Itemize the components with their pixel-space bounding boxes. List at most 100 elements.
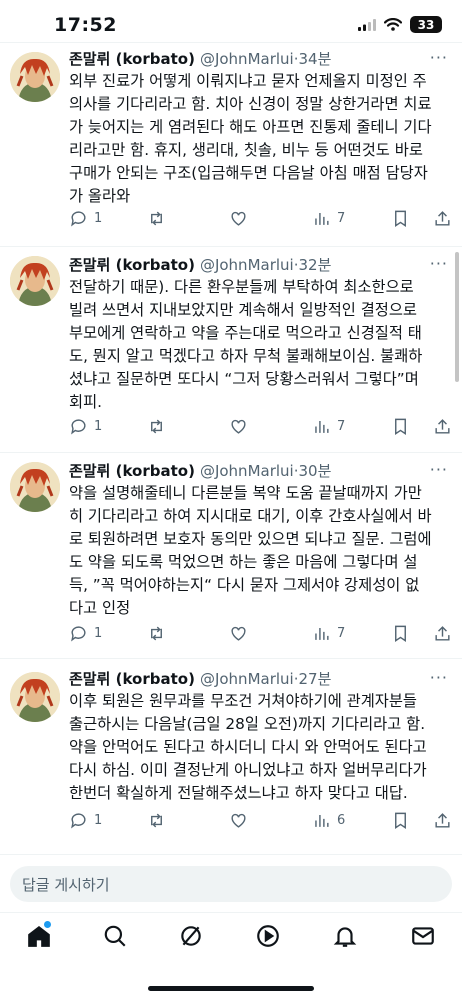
- tweet-time[interactable]: 34분: [299, 48, 332, 69]
- like-button[interactable]: [229, 624, 248, 643]
- reply-icon: [71, 813, 86, 829]
- reply-count: 1: [94, 419, 103, 434]
- share-button[interactable]: [433, 811, 452, 830]
- bookmark-icon: [395, 418, 406, 435]
- author-handle[interactable]: @JohnMarlui: [200, 462, 294, 480]
- tweet-line: 히 기다리라고 하여 지시대로 대기, 이후 간호사실에서 바: [69, 507, 432, 525]
- tweet-line: 로 퇴원하려면 보호자 동의만 있으면 되냐고 질문. 그럼에: [69, 530, 432, 548]
- share-button[interactable]: [433, 417, 452, 436]
- tweet-line: 회피.: [69, 393, 103, 411]
- reply-placeholder: 답글 게시하기: [22, 876, 110, 894]
- views-button[interactable]: 6: [312, 811, 345, 830]
- nav-messages[interactable]: [410, 923, 438, 951]
- wifi-icon: [384, 18, 402, 31]
- like-button[interactable]: [229, 417, 248, 436]
- avatar[interactable]: [10, 462, 60, 512]
- more-icon[interactable]: ···: [430, 668, 448, 687]
- reply-input[interactable]: 답글 게시하기: [10, 866, 452, 902]
- tweet-time[interactable]: 27분: [299, 668, 332, 689]
- reply-button[interactable]: 1: [69, 417, 102, 436]
- search-icon: [104, 925, 126, 947]
- tweet-line: 구매가 안되는 구조(입금해두면 다음날 아침 매점 담당자: [69, 164, 428, 182]
- tweet-line: 전달하기 때문). 다른 환우분들께 부탁하여 최소한으로: [69, 278, 414, 296]
- messages-icon: [412, 927, 434, 945]
- reply-button[interactable]: 1: [69, 811, 102, 830]
- reply-icon: [71, 626, 86, 642]
- more-icon[interactable]: ···: [430, 254, 448, 273]
- views-count: 6: [337, 813, 346, 828]
- views-button[interactable]: 7: [312, 209, 345, 228]
- author-handle[interactable]: @JohnMarlui: [200, 670, 294, 688]
- views-button[interactable]: 7: [312, 417, 345, 436]
- like-icon: [231, 626, 246, 641]
- share-button[interactable]: [433, 209, 452, 228]
- retweet-icon: [151, 211, 162, 226]
- tweet-time[interactable]: 30분: [299, 460, 332, 481]
- views-icon: [315, 814, 329, 827]
- tweet[interactable]: 존말뤼 (korbato) @JohnMarlui · 34분 ··· 외부 진…: [0, 42, 462, 246]
- tweet-line: 출근하시는 다음날(금일 28일 오전)까지 기다리라고 함.: [69, 715, 426, 733]
- bottom-nav: [0, 912, 462, 962]
- tweet-line: 의사를 기다리라고 함. 치아 신경이 정말 상한거라면 치료: [69, 95, 432, 113]
- bookmark-button[interactable]: [391, 811, 410, 830]
- reply-icon: [71, 211, 86, 227]
- like-button[interactable]: [229, 209, 248, 228]
- like-icon: [231, 813, 246, 828]
- tweet[interactable]: 존말뤼 (korbato) @JohnMarlui · 32분 ··· 전달하기…: [0, 246, 462, 452]
- tweet-line: 다시 하심. 이미 결정난게 아니었냐고 하자 얼버무리다가: [69, 761, 427, 779]
- reply-icon: [71, 419, 86, 435]
- author-name[interactable]: 존말뤼 (korbato): [69, 48, 195, 69]
- tweet[interactable]: 존말뤼 (korbato) @JohnMarlui · 27분 ··· 이후 퇴…: [0, 658, 462, 854]
- more-icon[interactable]: ···: [430, 460, 448, 479]
- retweet-button[interactable]: [147, 811, 166, 830]
- author-name[interactable]: 존말뤼 (korbato): [69, 668, 195, 689]
- tweet-header: 존말뤼 (korbato) @JohnMarlui · 27분: [69, 668, 331, 689]
- nav-notifications[interactable]: [332, 923, 360, 951]
- share-icon: [435, 813, 450, 828]
- nav-search[interactable]: [102, 923, 130, 951]
- avatar[interactable]: [10, 52, 60, 102]
- tweet-text: 외부 진료가 어떻게 이뤄지냐고 묻자 언제올지 미정인 주 의사를 기다리라고…: [69, 70, 451, 208]
- views-button[interactable]: 7: [312, 624, 345, 643]
- tweet-line: 이후 퇴원은 원무과를 무조건 거쳐야하기에 관계자분들: [69, 692, 417, 710]
- bookmark-button[interactable]: [391, 417, 410, 436]
- reply-button[interactable]: 1: [69, 209, 102, 228]
- tweet-actions: 1 7: [69, 417, 451, 441]
- nav-home[interactable]: [26, 923, 54, 951]
- bookmark-icon: [395, 210, 406, 227]
- tweet-text: 전달하기 때문). 다른 환우분들께 부탁하여 최소한으로 빌려 쓰면서 지내보…: [69, 276, 451, 414]
- tweet-line: 약을 설명해줄테니 다른분들 복약 도움 끝날때까지 가만: [69, 484, 422, 502]
- reply-count: 1: [94, 813, 103, 828]
- author-name[interactable]: 존말뤼 (korbato): [69, 460, 195, 481]
- like-icon: [231, 211, 246, 226]
- author-handle[interactable]: @JohnMarlui: [200, 50, 294, 68]
- author-name[interactable]: 존말뤼 (korbato): [69, 254, 195, 275]
- author-handle[interactable]: @JohnMarlui: [200, 256, 294, 274]
- tweet-line: 빌려 쓰면서 지내보았지만 계속해서 일방적인 결정으로: [69, 301, 417, 319]
- retweet-button[interactable]: [147, 417, 166, 436]
- tweet[interactable]: 존말뤼 (korbato) @JohnMarlui · 30분 ··· 약을 설…: [0, 452, 462, 658]
- video-icon: [257, 925, 279, 947]
- nav-video[interactable]: [255, 923, 283, 951]
- tweet-time[interactable]: 32분: [299, 254, 332, 275]
- retweet-button[interactable]: [147, 624, 166, 643]
- more-icon[interactable]: ···: [430, 48, 448, 67]
- retweet-icon: [151, 813, 162, 828]
- status-icons: 33: [358, 16, 442, 33]
- bookmark-icon: [395, 812, 406, 829]
- bookmark-button[interactable]: [391, 624, 410, 643]
- bookmark-button[interactable]: [391, 209, 410, 228]
- signal-icon: [358, 18, 376, 31]
- avatar[interactable]: [10, 672, 60, 722]
- notifications-icon: [333, 927, 357, 947]
- status-time: 17:52: [54, 14, 117, 36]
- retweet-button[interactable]: [147, 209, 166, 228]
- tweet-line: 셨냐고 질문하면 또다시 “그저 당황스러워서 그렇다”며: [69, 370, 419, 388]
- nav-grok[interactable]: [178, 923, 206, 951]
- like-button[interactable]: [229, 811, 248, 830]
- scrollbar-thumb[interactable]: [455, 252, 459, 382]
- reply-button[interactable]: 1: [69, 624, 102, 643]
- views-icon: [315, 420, 329, 433]
- share-button[interactable]: [433, 624, 452, 643]
- avatar[interactable]: [10, 256, 60, 306]
